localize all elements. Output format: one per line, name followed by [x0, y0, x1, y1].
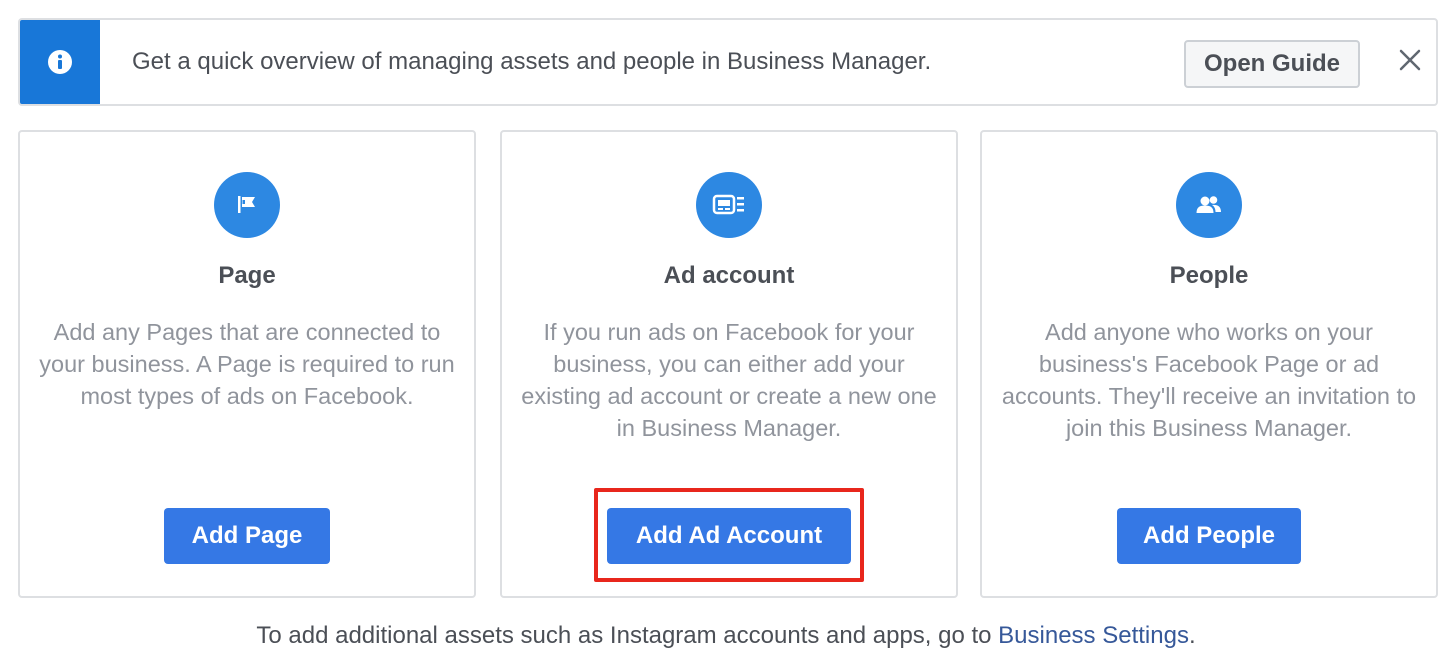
flag-icon: [238, 196, 255, 213]
add-ad-account-button[interactable]: Add Ad Account: [607, 508, 851, 564]
people-card-title: People: [1169, 262, 1249, 289]
banner-message: Get a quick overview of managing assets …: [132, 48, 932, 75]
page-card-title: Page: [218, 262, 276, 289]
people-card-icon: [1176, 172, 1242, 238]
ad-account-card-icon: [696, 172, 762, 238]
add-people-button[interactable]: Add People: [1117, 508, 1301, 564]
info-icon: [48, 50, 72, 74]
people-card: People Add anyone who works on your busi…: [980, 130, 1438, 598]
page-card: Page Add any Pages that are connected to…: [18, 130, 476, 598]
ad-account-icon: [712, 194, 744, 215]
footer-note: To add additional assets such as Instagr…: [0, 622, 1452, 650]
ad-account-card-title: Ad account: [663, 262, 795, 289]
ad-account-card: Ad account If you run ads on Facebook fo…: [500, 130, 958, 598]
page-card-description: Add any Pages that are connected to your…: [39, 319, 455, 409]
close-icon: [1399, 49, 1421, 71]
footer-text: To add additional assets such as Instagr…: [256, 622, 999, 649]
info-banner: Get a quick overview of managing assets …: [18, 18, 1438, 106]
people-icon: [1196, 196, 1221, 213]
people-card-description: Add anyone who works on your business's …: [1001, 319, 1417, 441]
info-icon-box: [20, 20, 100, 104]
business-settings-link[interactable]: Business Settings: [998, 622, 1189, 649]
ad-account-card-description: If you run ads on Facebook for your busi…: [521, 319, 937, 441]
add-page-button[interactable]: Add Page: [164, 508, 330, 564]
close-banner-button[interactable]: [1392, 42, 1428, 78]
footer-suffix: .: [1188, 622, 1196, 649]
page-card-icon: [214, 172, 280, 238]
open-guide-button[interactable]: Open Guide: [1184, 40, 1360, 88]
